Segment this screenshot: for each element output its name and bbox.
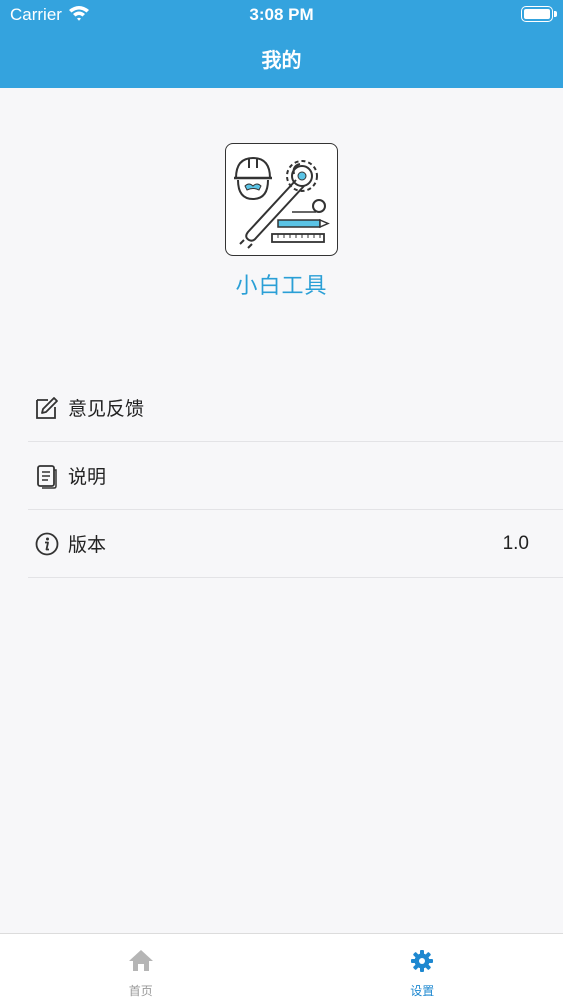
menu-item-label: 说明: [68, 466, 107, 488]
document-icon: [34, 463, 60, 489]
menu-item-version[interactable]: 版本 1.0: [28, 510, 563, 578]
app-name: 小白工具: [235, 274, 328, 299]
home-icon: [128, 948, 154, 974]
status-bar: Carrier 3:08 PM: [0, 0, 563, 30]
tab-bar: 首页 设置: [0, 933, 563, 1000]
tools-logo-icon: [234, 156, 330, 249]
menu-item-label: 意见反馈: [68, 398, 145, 420]
menu-item-feedback[interactable]: 意见反馈: [28, 374, 563, 442]
menu-item-label: 版本: [68, 534, 107, 556]
tab-label: 首页: [128, 984, 153, 998]
tab-label: 设置: [410, 984, 435, 998]
header: Carrier 3:08 PM 我的: [0, 0, 563, 88]
battery-icon: [521, 6, 557, 22]
menu-item-instructions[interactable]: 说明: [28, 442, 563, 510]
tab-settings[interactable]: 设置: [282, 934, 563, 1000]
page-title: 我的: [261, 48, 302, 72]
version-value: 1.0: [502, 533, 529, 554]
app-logo: [225, 143, 338, 256]
edit-icon: [34, 395, 60, 421]
gear-icon: [409, 948, 435, 974]
info-icon: [34, 531, 60, 557]
tab-home[interactable]: 首页: [0, 934, 282, 1000]
status-time: 3:08 PM: [249, 5, 314, 24]
settings-menu: 意见反馈 说明 版本 1.0: [28, 374, 563, 578]
